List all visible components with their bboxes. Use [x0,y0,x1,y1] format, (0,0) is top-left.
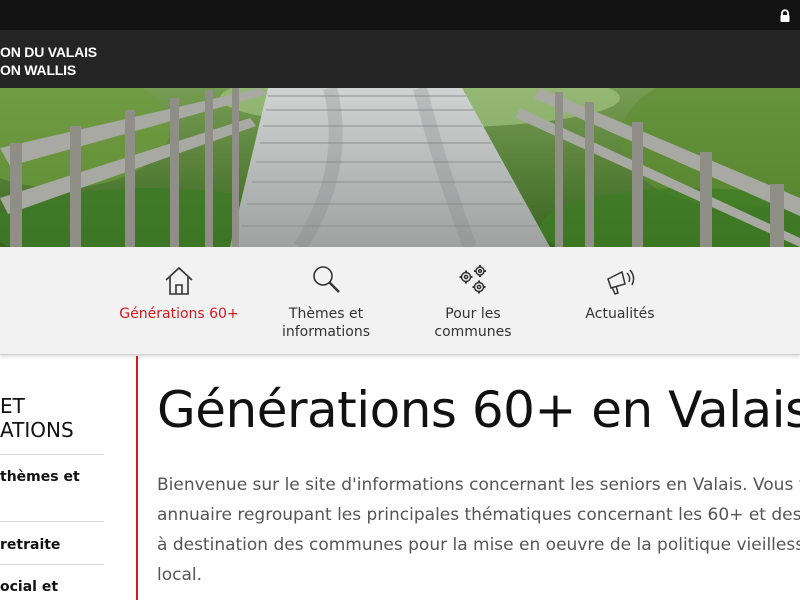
sidebar-divider [0,521,104,522]
nav-item-communes[interactable]: Pour les communes [413,247,533,355]
intro-paragraph: Bienvenue sur le site d'informations con… [157,470,800,590]
sidebar-menu: ET ATIONS thèmes et retraite ocial et [0,356,138,600]
nav-label-themes: Thèmes et informations [281,306,371,340]
sidebar-item-social[interactable]: ocial et [0,577,58,597]
main-navigation: Générations 60+ Thèmes et informations P… [0,247,800,355]
intro-line: annuaire regroupant les principales thém… [157,505,800,525]
page-title: Générations 60+ en Valais [157,381,800,439]
home-icon [165,266,193,295]
top-utility-bar [0,0,800,30]
nav-label-communes: Pour les communes [434,306,512,340]
sidebar-title: ET ATIONS [0,394,74,442]
main-content: Générations 60+ en Valais Bienvenue sur … [157,356,800,600]
intro-line: à destination des communes pour la mise … [157,535,800,555]
intro-line: Bienvenue sur le site d'informations con… [157,475,800,495]
nav-item-actualites[interactable]: Actualités [560,247,680,355]
logo-text-line-2[interactable]: ON WALLIS [0,62,76,78]
intro-line: local. [157,565,203,585]
site-header: ON DU VALAIS ON WALLIS [0,30,800,88]
nav-item-generations[interactable]: Générations 60+ [118,247,240,355]
magnifier-icon [313,266,340,293]
nav-label-generations: Générations 60+ [119,306,239,322]
gears-icon [459,265,486,294]
nav-item-themes[interactable]: Thèmes et informations [266,247,386,355]
nav-label-actualites: Actualités [585,306,655,322]
megaphone-icon [607,269,635,295]
hero-image-boardwalk [0,88,800,247]
sidebar-divider [0,454,104,455]
sidebar-item-themes[interactable]: thèmes et [0,467,80,487]
lock-icon[interactable] [778,9,792,23]
logo-text-line-1[interactable]: ON DU VALAIS [0,44,97,60]
sidebar-item-retraite[interactable]: retraite [0,535,60,555]
sidebar-divider [0,564,104,565]
